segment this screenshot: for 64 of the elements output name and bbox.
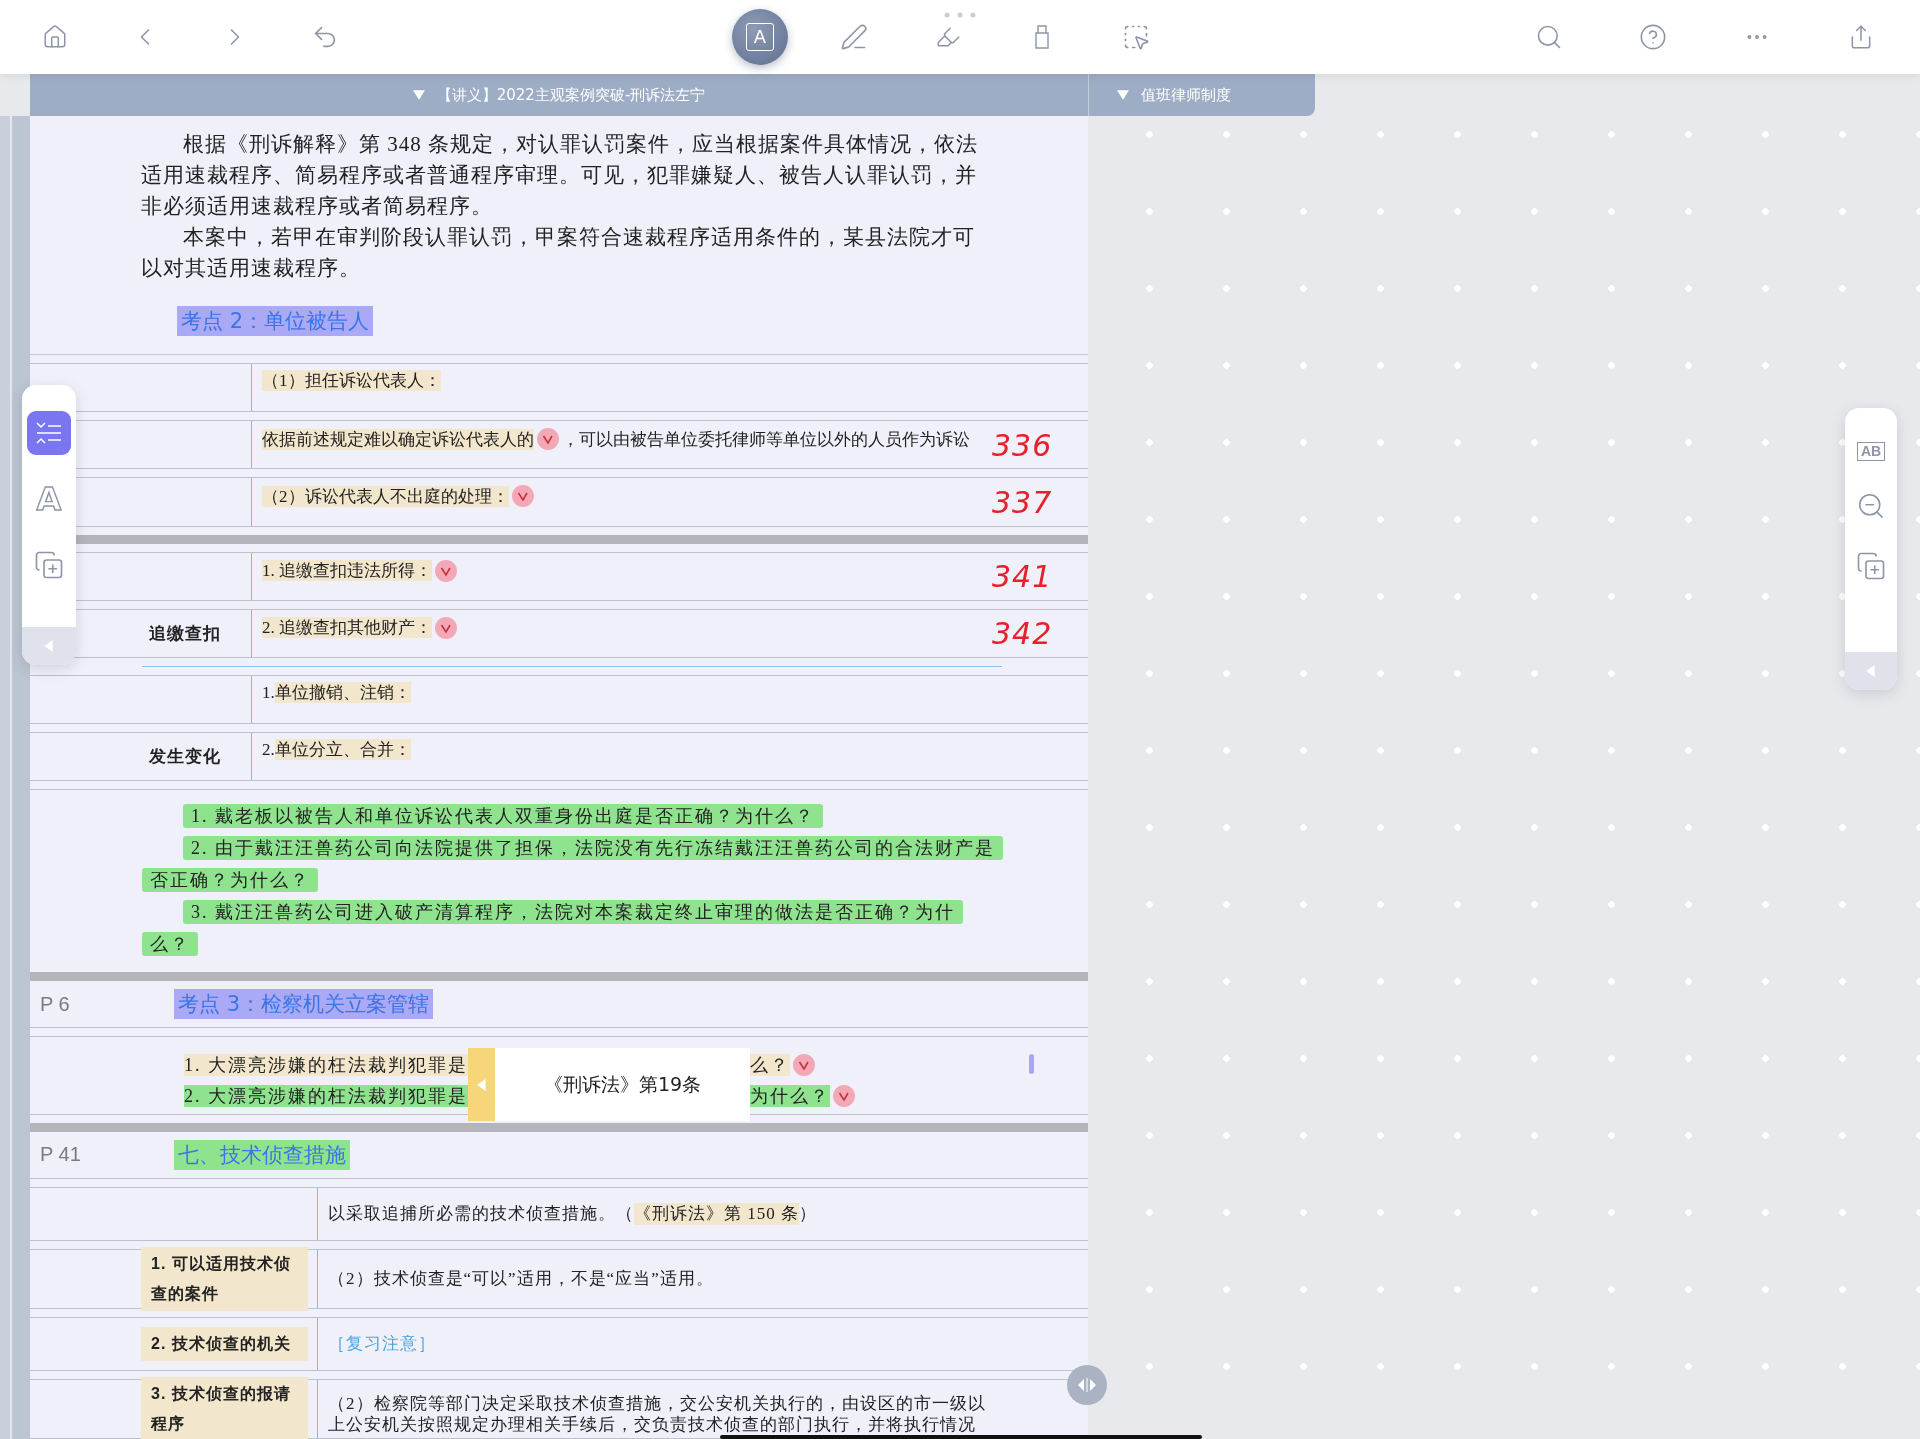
tool-button[interactable]: A xyxy=(732,9,788,65)
text-run: 2. 大漂亮涉嫌的枉法裁判犯罪是 xyxy=(184,1084,468,1108)
text-run: 以采取追捕所必需的技术侦查措施。（ xyxy=(328,1203,634,1225)
text-run: 依据前述规定难以确定诉讼代表人的 xyxy=(262,428,534,450)
text-run: 1. 追缴查扣违法所得： xyxy=(262,559,432,582)
scroll-indicator xyxy=(1029,1054,1034,1075)
collapse-button[interactable] xyxy=(22,627,76,665)
collapse-button[interactable] xyxy=(1845,652,1897,690)
pen-icon xyxy=(840,23,868,51)
ocr-tool-glyph[interactable]: AB xyxy=(1856,442,1886,462)
text-run: 为什么？ xyxy=(750,1084,830,1108)
text-run: （2）检察院等部门决定采取技术侦查措施，交公安机关执行的，由设区的市一级以 xyxy=(328,1392,986,1414)
text-run: 么？ xyxy=(750,1053,790,1077)
text-run: ） xyxy=(799,1203,817,1225)
text-run: 上公安机关按照规定办理相关手续后，交负责技术侦查的部门执行，并将执行情况 xyxy=(328,1414,976,1436)
text-run: 2. 追缴查扣其他财产： xyxy=(262,617,432,639)
text-run: 1. 大漂亮涉嫌的枉法裁判犯罪是 xyxy=(184,1053,468,1077)
side-tool-button[interactable]: A xyxy=(27,477,71,521)
handwritten-note: 341 xyxy=(992,558,1053,594)
handwritten-note: 336 xyxy=(992,427,1053,463)
outline-collapse-icon xyxy=(35,421,63,445)
text-run: 单位分立、合并： xyxy=(274,739,411,761)
row-label: 1. 可以适用技术侦查的案件 xyxy=(141,1246,308,1311)
document-tab[interactable]: 值班律师制度 xyxy=(1088,74,1315,116)
text-style-glyph: A xyxy=(36,480,62,518)
text-run: 单位撤销、注销： xyxy=(274,681,411,704)
popup-text: 《刑诉法》第19条 xyxy=(542,1071,703,1097)
add-page-icon[interactable] xyxy=(1856,551,1886,582)
section-heading: 七、技术侦查措施 xyxy=(174,1139,350,1170)
text-run: 1. xyxy=(262,681,275,704)
paragraph: 本案中，若甲在审判阶段认罪认罚，甲案符合速裁程序适用条件的，某县法院才可以对其适用速裁程序。 xyxy=(141,224,976,282)
handwritten-note: 342 xyxy=(992,615,1053,651)
caret-icon xyxy=(1865,665,1877,677)
grabber-icon[interactable] xyxy=(944,12,976,18)
caret-icon xyxy=(43,640,55,652)
add-page-icon xyxy=(34,550,64,580)
paragraph: 根据《刑诉解释》第 348 条规定，对认罪认罚案件，应当根据案件具体情况，依法适用速裁程序、简易程序或者普通程序审理。可见，犯罪嫌疑人、被告人认罪认罚，并非必须适用速裁程序或者简易程序。 xyxy=(141,131,979,220)
handwritten-note: 337 xyxy=(992,484,1053,520)
text-run: ，可以由被告单位委托律师等单位以外的人员作为诉讼 xyxy=(562,428,970,450)
document-tab[interactable]: 【讲义】2022主观案例突破-刑诉法左宁 xyxy=(30,74,1088,116)
note-tag: ［复习注意］ xyxy=(328,1333,436,1355)
section-heading: 考点 3：检察机关立案管辖 xyxy=(174,989,434,1020)
row-label: 发生变化 xyxy=(149,746,221,769)
section-heading: 考点 2：单位被告人 xyxy=(177,306,374,336)
page-number: P 6 xyxy=(39,992,71,1016)
popup-card[interactable]: 《刑诉法》第19条 xyxy=(468,1048,750,1122)
text-run: （2）技术侦查是“可以”适用，不是“应当”适用。 xyxy=(328,1268,714,1290)
tab-label: 值班律师制度 xyxy=(1141,85,1231,105)
lasso-select-icon xyxy=(1122,23,1150,51)
row-label: 追缴查扣 xyxy=(149,622,221,645)
text-run: （1）担任诉讼代表人： xyxy=(262,370,441,392)
row-label: 3. 技术侦查的报请程序 xyxy=(141,1377,308,1439)
text-run: 《刑诉法》第 150 条 xyxy=(634,1203,799,1225)
caret-icon xyxy=(475,1078,488,1091)
text-run: 2. xyxy=(262,739,275,761)
tab-label: 【讲义】2022主观案例突破-刑诉法左宁 xyxy=(436,85,706,105)
page-number: P 41 xyxy=(39,1143,82,1167)
side-tool-button[interactable] xyxy=(27,411,71,455)
marker-icon xyxy=(1034,24,1050,50)
popup-tab[interactable] xyxy=(468,1048,495,1122)
page-scrollbar[interactable] xyxy=(0,116,30,1439)
text-tool-glyph: A xyxy=(746,23,774,51)
text-run: （2）诉讼代表人不出庭的处理： xyxy=(262,485,509,507)
row-label: 2. 技术侦查的机关 xyxy=(141,1326,308,1361)
